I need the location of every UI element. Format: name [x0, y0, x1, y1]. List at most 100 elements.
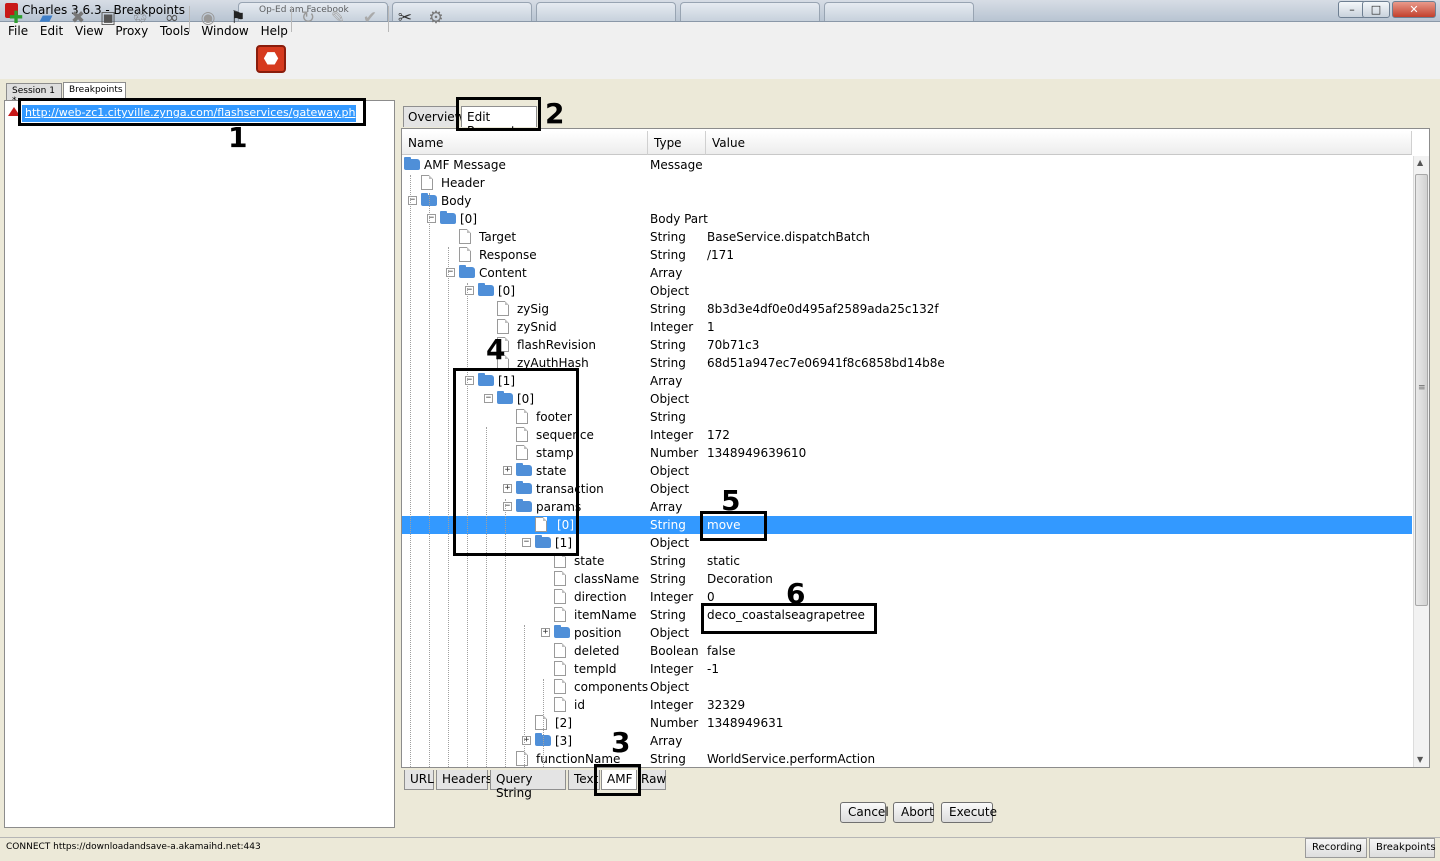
- column-header-value[interactable]: Value: [706, 131, 1412, 155]
- background-window-tab[interactable]: [536, 2, 676, 21]
- tree-node-value[interactable]: Decoration: [707, 572, 773, 586]
- tree-node-value[interactable]: /171: [707, 248, 734, 262]
- add-icon[interactable]: ✚: [4, 6, 28, 30]
- background-window-tab[interactable]: [680, 2, 820, 21]
- tools-icon[interactable]: ✂: [393, 6, 417, 30]
- tree-node-value[interactable]: false: [707, 644, 736, 658]
- tree-node-value[interactable]: 1348949631: [707, 716, 783, 730]
- tree-node-value[interactable]: 68d51a947ec7e06941f8c6858bd14b8e: [707, 356, 945, 370]
- execute-button[interactable]: Execute: [941, 802, 997, 823]
- tree-node-value[interactable]: static: [707, 554, 740, 568]
- tab-overview[interactable]: Overview: [403, 106, 465, 127]
- expand-toggle-icon[interactable]: +: [541, 628, 550, 637]
- tree-node-name[interactable]: flashRevision: [517, 338, 596, 352]
- tree-node-type: Integer: [650, 590, 694, 604]
- tree-node-name[interactable]: [0]: [460, 212, 477, 226]
- tree-row[interactable]: zySig String 8b3d3e4df0e0d495af2589ada25c1…: [402, 300, 1412, 318]
- tree-node-value[interactable]: BaseService.dispatchBatch: [707, 230, 870, 244]
- tree-node-name[interactable]: Target: [479, 230, 516, 244]
- tree-node-value[interactable]: 172: [707, 428, 730, 442]
- document-icon: [554, 607, 566, 622]
- tree-node-value[interactable]: 8b3d3e4df0e0d495af2589ada25c132f: [707, 302, 939, 316]
- tree-node-name[interactable]: Content: [479, 266, 527, 280]
- save-icon[interactable]: ▣: [96, 6, 120, 30]
- cancel-button[interactable]: Cancel: [840, 802, 889, 823]
- tree-row[interactable]: functionName String WorldService.performAc…: [402, 750, 1412, 767]
- tree-row[interactable]: − Content Array: [402, 264, 1412, 282]
- tree-node-value[interactable]: WorldService.performAction: [707, 752, 875, 766]
- trash-icon[interactable]: ♲: [128, 6, 152, 30]
- tree-row[interactable]: tempId Integer -1: [402, 660, 1412, 678]
- tree-row[interactable]: + [3] Array: [402, 732, 1412, 750]
- tree-node-name[interactable]: itemName: [574, 608, 637, 622]
- tree-node-name[interactable]: AMF Message: [424, 158, 506, 172]
- tree-node-value[interactable]: 32329: [707, 698, 745, 712]
- tree-row[interactable]: id Integer 32329: [402, 696, 1412, 714]
- tree-node-name[interactable]: zySnid: [517, 320, 557, 334]
- tree-row[interactable]: Target String BaseService.dispatchBatch: [402, 228, 1412, 246]
- tree-node-name[interactable]: className: [574, 572, 639, 586]
- abort-button[interactable]: Abort: [893, 802, 934, 823]
- tree-row[interactable]: − [0] Body Part: [402, 210, 1412, 228]
- tree-row[interactable]: itemName String deco_coastalseagrapetree: [402, 606, 1412, 624]
- tree-node-value[interactable]: -1: [707, 662, 719, 676]
- open-folder-icon[interactable]: ▰: [34, 6, 58, 30]
- scroll-up-icon[interactable]: ▲: [1417, 158, 1423, 167]
- scroll-down-icon[interactable]: ▼: [1417, 755, 1423, 764]
- background-window-tab[interactable]: [824, 2, 974, 21]
- tree-node-name[interactable]: components: [574, 680, 648, 694]
- tree-node-value[interactable]: 70b71c3: [707, 338, 759, 352]
- tree-row[interactable]: − Body: [402, 192, 1412, 210]
- edit-pen-icon[interactable]: ✎: [326, 6, 350, 30]
- tree-row[interactable]: zySnid Integer 1: [402, 318, 1412, 336]
- tree-node-name[interactable]: id: [574, 698, 585, 712]
- close-session-icon[interactable]: ✖: [66, 6, 90, 30]
- tree-node-name[interactable]: Response: [479, 248, 537, 262]
- maximize-button[interactable]: □: [1362, 1, 1390, 18]
- validate-check-icon[interactable]: ✔: [358, 6, 382, 30]
- tree-node-name[interactable]: direction: [574, 590, 627, 604]
- tree-node-name[interactable]: position: [574, 626, 622, 640]
- toolbar-separator: [189, 6, 190, 32]
- tree-row[interactable]: + position Object: [402, 624, 1412, 642]
- tab-query-string[interactable]: Query String: [490, 770, 566, 800]
- tree-node-value[interactable]: 1348949639610: [707, 446, 806, 460]
- tree-node-name[interactable]: zySig: [517, 302, 549, 316]
- tab-raw[interactable]: Raw: [638, 770, 666, 790]
- tree-row[interactable]: AMF Message Message: [402, 156, 1412, 174]
- tree-node-name[interactable]: [2]: [555, 716, 572, 730]
- tree-row[interactable]: deleted Boolean false: [402, 642, 1412, 660]
- tree-node-name[interactable]: Body: [441, 194, 471, 208]
- menu-help[interactable]: Help: [257, 22, 292, 38]
- tree-row[interactable]: direction Integer 0: [402, 588, 1412, 606]
- tree-node-name[interactable]: tempId: [574, 662, 617, 676]
- tab-headers[interactable]: Headers: [436, 770, 492, 790]
- tree-row[interactable]: − [0] Object: [402, 282, 1412, 300]
- tree-node-name[interactable]: state: [574, 554, 604, 568]
- tree-node-name[interactable]: [3]: [555, 734, 572, 748]
- tree-row[interactable]: className String Decoration: [402, 570, 1412, 588]
- record-icon[interactable]: ◉: [196, 6, 220, 30]
- recording-status-button[interactable]: Recording: [1305, 838, 1367, 858]
- tree-node-value[interactable]: 1: [707, 320, 715, 334]
- tree-row[interactable]: Header: [402, 174, 1412, 192]
- binoculars-icon[interactable]: ∞: [160, 6, 184, 30]
- tree-row[interactable]: [2] Number 1348949631: [402, 714, 1412, 732]
- settings-gear-icon[interactable]: ⚙: [424, 6, 448, 30]
- refresh-icon[interactable]: ↻: [296, 6, 320, 30]
- pane-splitter[interactable]: [396, 100, 400, 828]
- tree-node-name[interactable]: [0]: [498, 284, 515, 298]
- tree-row[interactable]: components Object: [402, 678, 1412, 696]
- tab-url[interactable]: URL: [404, 770, 434, 790]
- throttle-flag-icon[interactable]: ⚑: [226, 6, 250, 30]
- tree-node-value[interactable]: 0: [707, 590, 715, 604]
- tree-row[interactable]: Response String/171: [402, 246, 1412, 264]
- breakpoints-status-button[interactable]: Breakpoints: [1369, 838, 1436, 858]
- tree-node-name[interactable]: Header: [441, 176, 485, 190]
- tree-node-name[interactable]: deleted: [574, 644, 619, 658]
- close-button[interactable]: ✕: [1392, 1, 1436, 18]
- breakpoints-stop-icon[interactable]: ⬣: [256, 45, 286, 73]
- column-header-type[interactable]: Type: [648, 131, 706, 155]
- column-header-name[interactable]: Name: [402, 131, 648, 155]
- tree-row[interactable]: flashRevision String 70b71c3: [402, 336, 1412, 354]
